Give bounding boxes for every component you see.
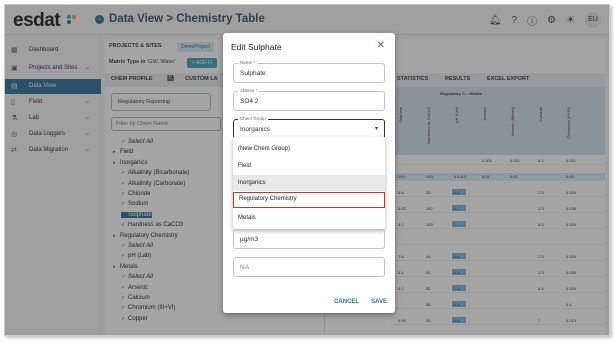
- edit-chem-dialog: Edit Sulphate ✕ Name * Sulphate Abbrev *…: [223, 33, 395, 313]
- cancel-button[interactable]: CANCEL: [334, 299, 359, 305]
- abbrev-field-label: Abbrev *: [238, 88, 260, 93]
- chevron-down-icon: ▾: [374, 126, 378, 132]
- chem-group-select[interactable]: Chem Group Inorganics ▾: [233, 116, 385, 139]
- chem-group-value: Inorganics: [240, 126, 270, 133]
- na-field[interactable]: NA: [233, 257, 385, 277]
- option-new-chem-group[interactable]: (New Chem Group): [233, 141, 385, 157]
- close-icon[interactable]: ✕: [377, 40, 385, 51]
- option-field[interactable]: Field: [233, 158, 385, 174]
- name-field[interactable]: Name * Sulphate: [233, 60, 385, 83]
- name-field-label: Name *: [238, 60, 258, 65]
- abbrev-field-value: SO4 2: [240, 98, 259, 105]
- na-field-value: NA: [240, 264, 250, 271]
- units-field[interactable]: µg/m3: [233, 229, 385, 249]
- option-inorganics[interactable]: Inorganics: [233, 175, 385, 191]
- chem-group-label: Chem Group: [238, 116, 268, 121]
- name-field-value: Sulphate: [240, 70, 266, 77]
- dialog-title: Edit Sulphate: [231, 42, 282, 52]
- chem-group-dropdown: (New Chem Group) Field Inorganics Regula…: [233, 137, 385, 229]
- option-metals[interactable]: Metals: [233, 210, 385, 226]
- app-window: esdat ‹ Data View > Chemistry Table 🔔︎ ?…: [4, 4, 610, 336]
- units-field-value: µg/m3: [240, 236, 259, 243]
- abbrev-field[interactable]: Abbrev * SO4 2: [233, 88, 385, 111]
- dialog-actions: CANCEL SAVE: [334, 299, 387, 305]
- option-regulatory-chemistry[interactable]: Regulatory Chemistry: [233, 192, 385, 208]
- save-button[interactable]: SAVE: [371, 299, 387, 305]
